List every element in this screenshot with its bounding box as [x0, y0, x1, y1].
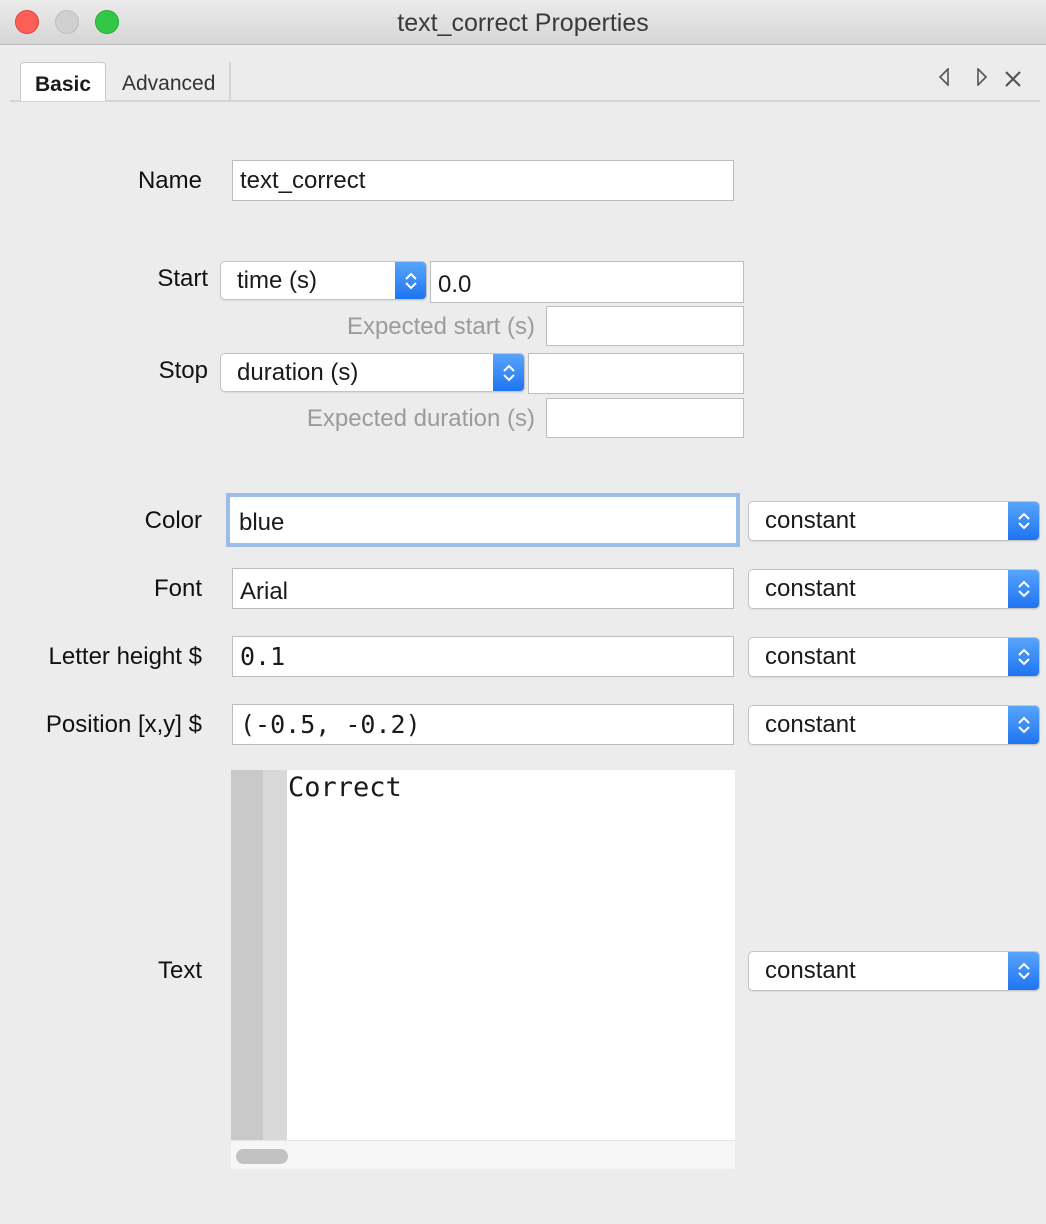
color-field[interactable]: blue [230, 497, 736, 543]
font-update-select[interactable]: constant [748, 569, 1040, 609]
expected-duration-label: Expected duration (s) [306, 405, 535, 432]
chevron-updown-icon [1008, 638, 1039, 676]
font-label: Font [153, 575, 202, 602]
position-update-value: constant [765, 711, 856, 738]
text-label: Text [157, 957, 202, 984]
start-type-select[interactable]: time (s) [220, 261, 427, 300]
start-type-value: time (s) [237, 267, 317, 294]
chevron-updown-icon [493, 354, 524, 391]
chevron-updown-icon [1008, 952, 1039, 990]
text-update-value: constant [765, 957, 856, 984]
letter-height-update-select[interactable]: constant [748, 637, 1040, 677]
expected-duration-field[interactable] [546, 398, 744, 438]
letter-height-update-value: constant [765, 643, 856, 670]
title-bar: text_correct Properties [0, 0, 1046, 45]
font-update-value: constant [765, 575, 856, 602]
tab-advanced[interactable]: Advanced [108, 62, 232, 100]
text-update-select[interactable]: constant [748, 951, 1040, 991]
start-label: Start [157, 265, 208, 292]
color-label: Color [144, 507, 202, 534]
color-update-value: constant [765, 507, 856, 534]
editor-fold-margin [263, 770, 287, 1140]
letter-height-field[interactable]: 0.1 [232, 636, 734, 677]
name-field[interactable]: text_correct [232, 160, 734, 201]
expected-start-label: Expected start (s) [346, 313, 535, 340]
font-field[interactable]: Arial [232, 568, 734, 609]
editor-content[interactable]: Correct [288, 772, 402, 803]
chevron-updown-icon [1008, 502, 1039, 540]
triangle-left-icon[interactable] [938, 67, 950, 92]
position-label: Position [x,y] $ [45, 711, 202, 738]
chevron-updown-icon [1008, 570, 1039, 608]
position-update-select[interactable]: constant [748, 705, 1040, 745]
chevron-updown-icon [1008, 706, 1039, 744]
stop-type-select[interactable]: duration (s) [220, 353, 525, 392]
start-value-field[interactable]: 0.0 [430, 261, 744, 303]
editor-gutter [231, 770, 263, 1140]
color-update-select[interactable]: constant [748, 501, 1040, 541]
expected-start-field[interactable] [546, 306, 744, 346]
chevron-updown-icon [395, 262, 426, 299]
triangle-right-icon[interactable] [976, 67, 988, 92]
name-label: Name [137, 167, 202, 194]
tab-bar: Basic Advanced [10, 58, 1040, 102]
horizontal-scrollbar[interactable] [231, 1140, 735, 1169]
position-field[interactable]: (-0.5, -0.2) [232, 704, 734, 745]
close-icon[interactable] [1004, 70, 1022, 94]
stop-value-field[interactable] [528, 353, 744, 394]
letter-height-label: Letter height $ [48, 643, 202, 670]
scrollbar-thumb[interactable] [236, 1149, 288, 1164]
text-editor[interactable]: Correct [231, 770, 735, 1169]
stop-label: Stop [158, 357, 208, 384]
tab-basic[interactable]: Basic [20, 62, 107, 101]
stop-type-value: duration (s) [237, 359, 359, 386]
window-title: text_correct Properties [397, 9, 649, 37]
